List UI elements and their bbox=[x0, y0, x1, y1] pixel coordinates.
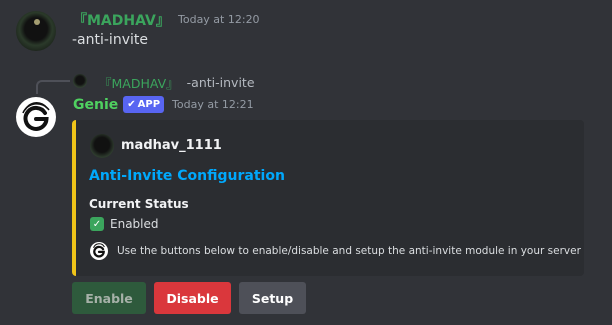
message-author[interactable]: 『MADHAV』 bbox=[73, 10, 170, 30]
app-badge-label: APP bbox=[137, 99, 161, 110]
field-name: Current Status bbox=[89, 197, 189, 211]
bot-avatar[interactable] bbox=[16, 97, 56, 137]
embed-card: madhav_1111 Anti-Invite Configuration Cu… bbox=[72, 120, 584, 276]
embed-title[interactable]: Anti-Invite Configuration bbox=[89, 168, 285, 184]
checkmark-icon: ✔ bbox=[127, 99, 136, 110]
message-timestamp: Today at 12:21 bbox=[172, 98, 254, 111]
disable-button[interactable]: Disable bbox=[154, 282, 231, 314]
app-badge: ✔ APP bbox=[123, 96, 165, 113]
reply-author[interactable]: 『MADHAV』 bbox=[99, 73, 179, 92]
field-value: Enabled bbox=[110, 217, 159, 231]
embed-author: madhav_1111 bbox=[121, 138, 222, 153]
message-content: -anti-invite bbox=[72, 32, 148, 48]
reply-avatar[interactable] bbox=[73, 74, 87, 88]
bot-name[interactable]: Genie bbox=[73, 97, 118, 113]
enable-button[interactable]: Enable bbox=[72, 282, 146, 314]
user-avatar[interactable] bbox=[16, 11, 56, 51]
footer-genie-icon bbox=[90, 242, 108, 260]
embed-footer: Use the buttons below to enable/disable … bbox=[117, 245, 581, 257]
setup-button[interactable]: Setup bbox=[239, 282, 306, 314]
message-timestamp: Today at 12:20 bbox=[178, 13, 260, 26]
reply-connector bbox=[36, 80, 70, 94]
embed-author-avatar bbox=[90, 134, 114, 158]
checkbox-checked-icon: ✓ bbox=[90, 217, 104, 231]
genie-logo-icon bbox=[22, 102, 50, 131]
reply-content[interactable]: -anti-invite bbox=[187, 75, 255, 90]
